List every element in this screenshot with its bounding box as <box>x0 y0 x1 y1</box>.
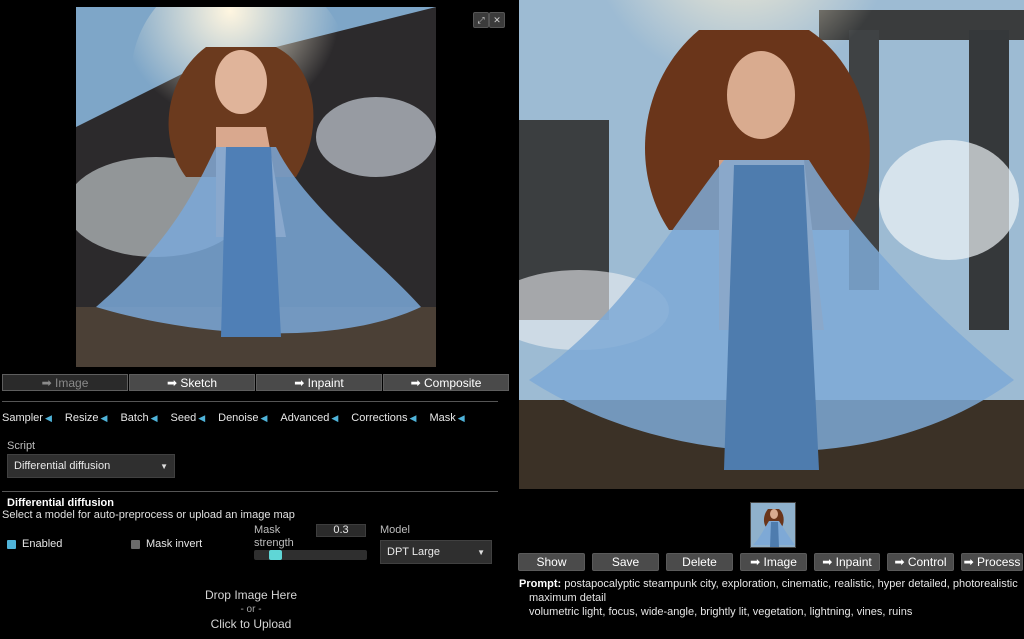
mask-strength-input[interactable]: 0.3 <box>316 524 366 537</box>
prompt-line-2: maximum detail <box>529 592 607 604</box>
to-control-button[interactable]: ➡ Control <box>887 553 954 571</box>
output-image-art <box>519 0 1024 489</box>
collapse-arrow-icon: ◀ <box>100 413 108 423</box>
accordion-denoise[interactable]: Denoise ◀ <box>218 412 267 424</box>
model-label: Model <box>380 524 410 536</box>
divider <box>2 401 498 402</box>
collapse-arrow-icon: ◀ <box>44 413 52 423</box>
expand-icon[interactable]: ⤢ <box>473 12 489 28</box>
mask-invert-checkbox[interactable] <box>131 540 140 549</box>
collapse-arrow-icon: ◀ <box>150 413 158 423</box>
close-icon[interactable]: ✕ <box>489 12 505 28</box>
show-button[interactable]: Show <box>518 553 585 571</box>
upload-dropzone[interactable]: Drop Image Here - or - Click to Upload <box>101 588 401 631</box>
collapse-arrow-icon: ◀ <box>198 413 206 423</box>
upload-line-3[interactable]: Click to Upload <box>101 617 401 631</box>
save-button[interactable]: Save <box>592 553 659 571</box>
prompt-label: Prompt: <box>519 578 562 590</box>
model-select-value: DPT Large <box>387 546 440 558</box>
accordion-advanced[interactable]: Advanced ◀ <box>280 412 338 424</box>
delete-button[interactable]: Delete <box>666 553 733 571</box>
to-image-button[interactable]: ➡ Image <box>740 553 807 571</box>
accordion-row: Sampler ◀ Resize ◀ Batch ◀ Seed ◀ Denoise ◀ A… <box>2 412 478 424</box>
accordion-sampler[interactable]: Sampler ◀ <box>2 412 52 424</box>
prompt-line-3: volumetric light, focus, wide-angle, bri… <box>529 606 913 618</box>
chevron-down-icon: ▼ <box>477 547 485 557</box>
thumbnail-art <box>751 503 795 547</box>
to-process-button[interactable]: ➡ Process <box>961 553 1023 571</box>
diff-title: Differential diffusion <box>7 497 114 509</box>
input-image[interactable] <box>76 7 436 367</box>
script-select-value: Differential diffusion <box>14 460 111 472</box>
accordion-batch[interactable]: Batch ◀ <box>120 412 157 424</box>
collapse-arrow-icon: ◀ <box>331 413 339 423</box>
accordion-resize[interactable]: Resize ◀ <box>65 412 108 424</box>
accordion-seed[interactable]: Seed ◀ <box>171 412 206 424</box>
to-inpaint-button[interactable]: ➡ Inpaint <box>814 553 880 571</box>
enabled-checkbox[interactable] <box>7 540 16 549</box>
chevron-down-icon: ▼ <box>160 461 168 471</box>
divider <box>2 491 498 492</box>
accordion-corrections[interactable]: Corrections ◀ <box>351 412 416 424</box>
mask-strength-label: Mask strength <box>254 524 294 549</box>
collapse-arrow-icon: ◀ <box>409 413 417 423</box>
collapse-arrow-icon: ◀ <box>260 413 268 423</box>
mask-invert-label: Mask invert <box>146 538 203 550</box>
prompt-info: Prompt: postapocalyptic steampunk city, … <box>519 577 1019 619</box>
output-image[interactable] <box>519 0 1024 489</box>
tab-image[interactable]: ➡ Image <box>2 374 128 391</box>
diff-description: Select a model for auto-preprocess or up… <box>2 509 295 521</box>
gallery-thumbnail[interactable] <box>750 502 796 548</box>
upload-line-2: - or - <box>240 604 262 615</box>
script-select[interactable]: Differential diffusion ▼ <box>7 454 175 478</box>
script-label: Script <box>7 440 36 452</box>
tab-sketch[interactable]: ➡ Sketch <box>129 374 255 391</box>
slider-handle[interactable] <box>269 550 282 560</box>
accordion-mask[interactable]: Mask ◀ <box>429 412 464 424</box>
tab-composite[interactable]: ➡ Composite <box>383 374 509 391</box>
enabled-label: Enabled <box>22 538 63 550</box>
prompt-line-1: postapocalyptic steampunk city, explorat… <box>564 578 1018 590</box>
collapse-arrow-icon: ◀ <box>457 413 465 423</box>
upload-line-1: Drop Image Here <box>204 588 298 602</box>
tab-inpaint[interactable]: ➡ Inpaint <box>256 374 382 391</box>
mask-strength-slider[interactable] <box>254 550 367 560</box>
input-image-art <box>76 7 436 367</box>
model-select[interactable]: DPT Large ▼ <box>380 540 492 564</box>
